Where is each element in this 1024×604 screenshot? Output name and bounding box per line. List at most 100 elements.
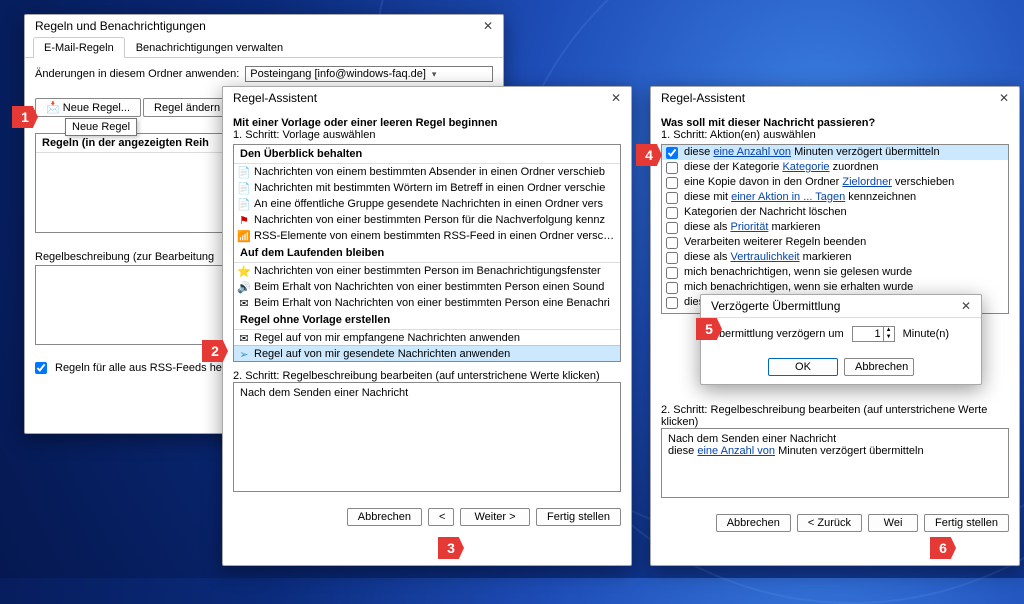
apply-changes-label: Änderungen in diesem Ordner anwenden: [35,68,239,80]
folder-value: Posteingang [info@windows-faq.de] [250,68,426,80]
template-item[interactable]: 🔊Beim Erhalt von Nachrichten von einer b… [234,279,620,295]
new-rule-tooltip: Neue Regel [65,118,137,136]
delay-label: Übermittlung verzögern um [711,328,844,340]
next-button[interactable]: Wei [868,514,918,532]
action-item[interactable]: diese eine Anzahl von Minuten verzögert … [662,145,1008,160]
action-checkbox[interactable] [666,192,678,204]
template-item[interactable]: ⚑Nachrichten von einer bestimmten Person… [234,212,620,228]
template-item[interactable]: 📄Nachrichten von einem bestimmten Absend… [234,164,620,180]
minutes-input[interactable] [853,327,883,341]
template-item[interactable]: 📶RSS-Elemente von einem bestimmten RSS-F… [234,228,620,244]
action-link[interactable]: Priorität [730,221,768,233]
tab-email-rules[interactable]: E-Mail-Regeln [33,37,125,58]
template-item[interactable]: 📄Nachrichten mit bestimmten Wörtern im B… [234,180,620,196]
next-button[interactable]: Weiter > [460,508,530,526]
action-checkbox[interactable] [666,207,678,219]
template-item[interactable]: 📄An eine öffentliche Gruppe gesendete Na… [234,196,620,212]
send-icon: ➢ [237,348,251,361]
back-button[interactable]: < Zurück [797,514,862,532]
action-link[interactable]: eine Anzahl von [713,146,791,158]
finish-button[interactable]: Fertig stellen [924,514,1009,532]
template-item[interactable]: ✉Beim Erhalt von Nachrichten von einer b… [234,295,620,311]
wizard2-step2-label: 2. Schritt: Regelbeschreibung bearbeiten… [661,404,1009,428]
action-link[interactable]: einer Aktion in ... Tagen [731,191,845,203]
template-group-3: Regel ohne Vorlage erstellen [234,311,620,330]
template-item[interactable]: ✉Regel auf von mir empfangene Nachrichte… [234,330,620,346]
close-icon[interactable]: ✕ [957,299,975,313]
wizard1-desc-box: Nach dem Senden einer Nachricht [233,382,621,492]
folder-dropdown[interactable]: Posteingang [info@windows-faq.de] ▾ [245,66,493,82]
flag-icon: ⚑ [237,214,251,227]
move-icon: 📄 [237,166,251,179]
chevron-down-icon: ▾ [432,69,437,80]
action-checkbox[interactable] [666,177,678,189]
mail-icon: ✉ [237,297,251,310]
tab-manage-alerts[interactable]: Benachrichtigungen verwalten [125,37,294,58]
action-checkbox[interactable] [666,162,678,174]
action-checkbox[interactable] [666,282,678,294]
action-checkbox[interactable] [666,237,678,249]
ok-button[interactable]: OK [768,358,838,376]
action-link[interactable]: Zielordner [842,176,892,188]
action-item[interactable]: mich benachrichtigen, wenn sie erhalten … [662,280,1008,295]
action-checkbox[interactable] [666,222,678,234]
annotation-2: 2 [202,340,228,362]
cancel-button[interactable]: Abbrechen [347,508,422,526]
annotation-6: 6 [930,537,956,559]
template-group-1: Den Überblick behalten [234,145,620,164]
new-rule-button[interactable]: 📩 Neue Regel... [35,98,141,117]
wizard2-step1-label: 1. Schritt: Aktion(en) auswählen [661,129,1009,141]
back-button[interactable]: < [428,508,454,526]
action-item[interactable]: diese mit einer Aktion in ... Tagen kenn… [662,190,1008,205]
delay-dialog: Verzögerte Übermittlung ✕ Übermittlung v… [700,294,982,385]
action-item[interactable]: mich benachrichtigen, wenn sie gelesen w… [662,265,1008,280]
action-checkbox[interactable] [666,297,678,309]
action-checkbox[interactable] [666,267,678,279]
cancel-button[interactable]: Abbrechen [716,514,791,532]
rss-checkbox-label: Regeln für alle aus RSS-Feeds her [55,362,226,374]
action-checkbox[interactable] [666,147,678,159]
rules-title: Regeln und Benachrichtigungen [35,19,206,33]
action-item[interactable]: diese als Priorität markieren [662,220,1008,235]
wizard1-step2-label: 2. Schritt: Regelbeschreibung bearbeiten… [233,370,621,382]
rss-icon: 📶 [237,230,251,243]
action-item[interactable]: Verarbeiten weiterer Regeln beenden [662,235,1008,250]
action-checkbox[interactable] [666,252,678,264]
annotation-4: 4 [636,144,662,166]
action-item[interactable]: Kategorien der Nachricht löschen [662,205,1008,220]
wizard1-dialog: Regel-Assistent ✕ Mit einer Vorlage oder… [222,86,632,566]
mail-icon: ✉ [237,332,251,345]
annotation-5: 5 [696,318,722,340]
wizard2-desc-box: Nach dem Senden einer Nachricht diese ei… [661,428,1009,498]
wizard1-headline: Mit einer Vorlage oder einer leeren Rege… [233,117,621,129]
annotation-3: 3 [438,537,464,559]
close-icon[interactable]: ✕ [607,91,625,105]
wizard1-title: Regel-Assistent [233,91,317,105]
annotation-1: 1 [12,106,38,128]
template-item[interactable]: ⭐Nachrichten von einer bestimmten Person… [234,263,620,279]
wizard2-question: Was soll mit dieser Nachricht passieren? [661,117,1009,129]
close-icon[interactable]: ✕ [995,91,1013,105]
action-item[interactable]: eine Kopie davon in den Ordner Zielordne… [662,175,1008,190]
cancel-button[interactable]: Abbrechen [844,358,914,376]
delay-unit: Minute(n) [903,328,949,340]
desc-link[interactable]: eine Anzahl von [697,445,775,457]
actions-list: diese eine Anzahl von Minuten verzögert … [661,144,1009,314]
spin-up-icon[interactable]: ▲ [884,327,894,334]
action-link[interactable]: Vertraulichkeit [730,251,799,263]
move-icon: 📄 [237,182,251,195]
action-link[interactable]: Kategorie [782,161,829,173]
template-item-selected[interactable]: ➢Regel auf von mir gesendete Nachrichten… [234,346,620,362]
rss-checkbox[interactable] [35,362,47,374]
action-item[interactable]: diese der Kategorie Kategorie zuordnen [662,160,1008,175]
minutes-spinner[interactable]: ▲▼ [852,326,895,342]
delay-title: Verzögerte Übermittlung [711,299,840,313]
wizard2-title: Regel-Assistent [661,91,745,105]
wizard1-step1-label: 1. Schritt: Vorlage auswählen [233,129,621,141]
alert-icon: ⭐ [237,265,251,278]
action-item[interactable]: diese als Vertraulichkeit markieren [662,250,1008,265]
finish-button[interactable]: Fertig stellen [536,508,621,526]
spin-down-icon[interactable]: ▼ [884,334,894,341]
close-icon[interactable]: ✕ [479,19,497,33]
template-group-2: Auf dem Laufenden bleiben [234,244,620,263]
